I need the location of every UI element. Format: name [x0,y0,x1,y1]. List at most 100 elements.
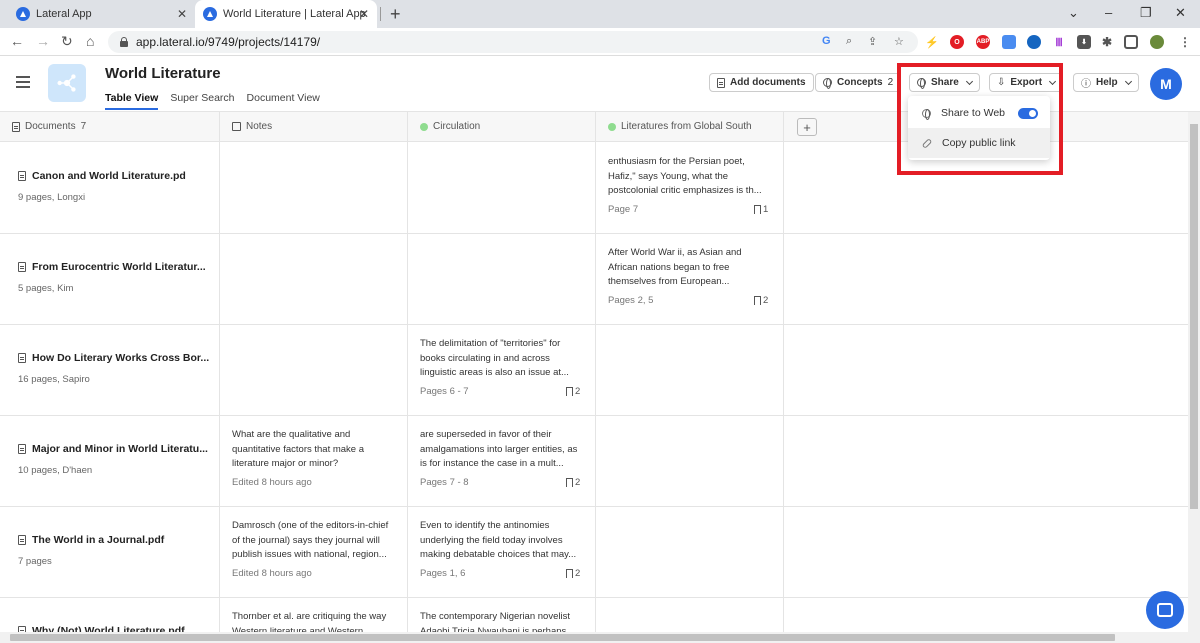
highlight-annotation-box [897,63,1063,175]
help-button[interactable]: ⓘ Help [1073,73,1139,92]
address-bar[interactable]: app.lateral.io/9749/projects/14179/ G ⌕ … [108,31,918,53]
document-meta: 16 pages, Sapiro [18,374,90,385]
chevron-down-icon [1124,77,1132,85]
extensions-puzzle-icon[interactable]: ✱ [1100,35,1114,49]
note-text[interactable]: What are the qualitative and quantitativ… [232,428,397,472]
bookmark-count[interactable]: 2 [566,386,580,397]
document-title-link[interactable]: Canon and World Literature.pd [18,170,186,182]
zoom-icon[interactable]: ⌕ [846,35,852,48]
row-divider [0,597,1188,598]
column-header-circulation[interactable]: Circulation [408,112,596,142]
excerpt-pages[interactable]: Pages 7 - 8 [420,477,469,488]
tab-document-view[interactable]: Document View [247,92,320,110]
project-logo-icon [48,64,86,102]
tab-title: Lateral App [36,8,92,20]
bookmark-count[interactable]: 2 [754,295,768,306]
tab-search-icon[interactable]: ⌄ [1068,5,1079,21]
document-title: Major and Minor in World Literatu... [32,443,208,455]
add-documents-label: Add documents [730,77,806,88]
lateral-favicon-icon [16,7,30,21]
document-title: Canon and World Literature.pd [32,170,186,182]
page-title: World Literature [105,65,221,82]
vertical-scrollbar[interactable] [1188,112,1200,632]
excerpt-pages[interactable]: Pages 2, 5 [608,295,653,306]
reload-icon[interactable]: ↻ [61,33,73,50]
bookmark-count[interactable]: 1 [754,204,768,215]
home-icon[interactable]: ⌂ [86,33,94,49]
blue-extension-icon[interactable] [1027,35,1041,49]
document-title-link[interactable]: The World in a Journal.pdf [18,534,164,546]
scrollbar-thumb[interactable] [1190,124,1198,509]
forward-icon[interactable]: → [36,33,50,49]
document-title-link[interactable]: How Do Literary Works Cross Bor... [18,352,209,364]
add-documents-button[interactable]: Add documents [709,73,814,92]
document-title-link[interactable]: Major and Minor in World Literatu... [18,443,208,455]
restore-icon[interactable]: ❐ [1140,5,1152,21]
documents-count: 7 [80,121,87,132]
opera-extension-icon[interactable]: O [950,35,964,49]
close-tab-icon[interactable]: ✕ [359,7,369,21]
bookmark-count[interactable]: 2 [566,477,580,488]
notes-label: Notes [246,121,273,132]
bookmark-icon [754,205,761,214]
google-icon[interactable]: G [822,35,831,47]
document-title: From Eurocentric World Literatur... [32,261,206,273]
close-window-icon[interactable]: ✕ [1175,5,1186,21]
column-divider [595,142,596,632]
row-divider [0,415,1188,416]
excerpt-text[interactable]: The delimitation of "territories" for bo… [420,337,585,381]
close-tab-icon[interactable]: ✕ [177,7,187,21]
bookmark-star-icon[interactable]: ☆ [894,35,904,48]
tab-super-search[interactable]: Super Search [170,92,234,110]
document-icon [18,171,26,181]
bookmark-count-value: 2 [763,295,769,306]
new-tab-icon[interactable]: + [390,4,401,25]
column-header-notes[interactable]: Notes [220,112,408,142]
row-divider [0,324,1188,325]
excerpt-pages[interactable]: Page 7 [608,204,638,215]
documents-label: Documents [25,121,76,132]
bookmark-icon [566,387,573,396]
url-text: app.lateral.io/9749/projects/14179/ [136,35,321,49]
browser-tab-world-literature[interactable]: World Literature | Lateral App ✕ [195,0,377,28]
excerpt-text[interactable]: enthusiasm for the Persian poet, Hafiz,"… [608,155,773,199]
add-column-button[interactable]: + [797,118,817,136]
note-edited: Edited 8 hours ago [232,477,312,488]
browser-menu-icon[interactable]: ⋮ [1178,35,1192,49]
avatar[interactable]: M [1150,68,1182,100]
note-text[interactable]: Damrosch (one of the editors-in-chief of… [232,519,397,563]
tab-table-view[interactable]: Table View [105,92,159,110]
side-panel-icon[interactable] [1124,35,1138,49]
lateral-favicon-icon [203,7,217,21]
document-title-link[interactable]: Why (Not) World Literature.pdf [18,625,185,632]
column-header-documents[interactable]: Documents 7 [0,112,220,142]
library-extension-icon[interactable]: Ⅲ [1052,35,1066,49]
concepts-button[interactable]: Concepts 2 [815,73,902,92]
minimize-icon[interactable]: – [1105,5,1112,20]
note-text[interactable]: Thornber et al. are critiquing the way W… [232,610,397,632]
excerpt-text[interactable]: Even to identify the antinomies underlyi… [420,519,585,563]
excerpt-pages[interactable]: Pages 6 - 7 [420,386,469,397]
docs-extension-icon[interactable] [1002,35,1016,49]
bolt-extension-icon[interactable]: ⚡ [925,35,939,49]
document-title-link[interactable]: From Eurocentric World Literatur... [18,261,206,273]
download-extension-icon[interactable]: ⬇ [1077,35,1091,49]
excerpt-text[interactable]: are superseded in favor of their amalgam… [420,428,585,472]
bookmark-count-value: 2 [575,477,581,488]
share-page-icon[interactable]: ⇪ [868,35,877,48]
scrollbar-thumb[interactable] [10,634,1115,641]
hamburger-menu-icon[interactable] [16,76,30,91]
column-divider [407,142,408,632]
excerpt-text[interactable]: The contemporary Nigerian novelist Adaob… [420,610,585,632]
excerpt-pages[interactable]: Pages 1, 6 [420,568,465,579]
excerpt-text[interactable]: After World War ii, as Asian and African… [608,246,773,290]
column-header-global-south[interactable]: Literatures from Global South [596,112,784,142]
chat-support-button[interactable] [1146,591,1184,629]
back-icon[interactable]: ← [10,33,24,49]
horizontal-scrollbar[interactable] [0,632,1200,643]
bookmark-count[interactable]: 2 [566,568,580,579]
adblock-extension-icon[interactable]: ABP [976,35,990,49]
browser-tab-lateral[interactable]: Lateral App ✕ [0,0,195,28]
profile-icon[interactable] [1150,35,1164,49]
document-meta: 7 pages [18,556,52,567]
